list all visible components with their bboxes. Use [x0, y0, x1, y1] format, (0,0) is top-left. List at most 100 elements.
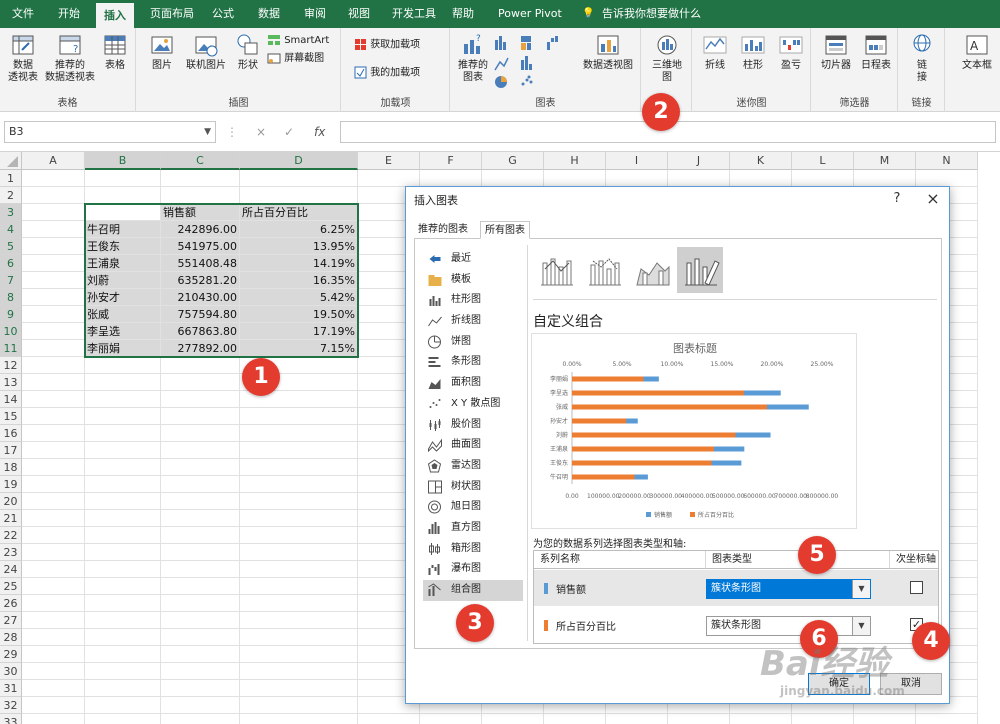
cell[interactable] — [85, 646, 161, 663]
cell[interactable] — [85, 595, 161, 612]
row-header[interactable]: 20 — [0, 493, 22, 510]
row-header[interactable]: 29 — [0, 646, 22, 663]
cell[interactable] — [240, 544, 358, 561]
chart-type-surface[interactable]: 曲面图 — [423, 435, 523, 456]
recommended-charts-button[interactable]: ? 推荐的 图表 — [455, 32, 491, 84]
cell[interactable] — [22, 272, 85, 289]
cell[interactable] — [606, 170, 668, 187]
row-header[interactable]: 9 — [0, 306, 22, 323]
row-header[interactable]: 14 — [0, 391, 22, 408]
cell[interactable] — [85, 527, 161, 544]
cell[interactable]: 李丽娟 — [85, 340, 161, 357]
cell[interactable] — [85, 374, 161, 391]
cell[interactable]: 王俊东 — [85, 238, 161, 255]
cell[interactable] — [916, 714, 978, 724]
cell[interactable] — [161, 459, 240, 476]
tab-8[interactable]: 开发工具 — [384, 0, 444, 28]
cell[interactable] — [161, 578, 240, 595]
cell[interactable] — [792, 170, 854, 187]
row-header[interactable]: 11 — [0, 340, 22, 357]
tell-me-search[interactable]: 告诉我你想要做什么 — [602, 0, 701, 28]
online-pictures-button[interactable]: 联机图片 — [181, 32, 231, 72]
header-cell[interactable] — [85, 204, 161, 221]
cell[interactable] — [161, 714, 240, 724]
chart-type-templates[interactable]: 模板 — [423, 270, 523, 291]
header-cell[interactable]: 销售额 — [161, 204, 240, 221]
cell[interactable] — [240, 714, 358, 724]
cell[interactable] — [22, 408, 85, 425]
row-header[interactable]: 2 — [0, 187, 22, 204]
row-header[interactable]: 19 — [0, 476, 22, 493]
cell[interactable] — [240, 595, 358, 612]
chart-type-bar[interactable]: 条形图 — [423, 352, 523, 373]
cell[interactable]: 6.25% — [240, 221, 358, 238]
cell[interactable] — [22, 578, 85, 595]
cell[interactable] — [85, 357, 161, 374]
chart-type-line[interactable]: 折线图 — [423, 311, 523, 332]
cell[interactable] — [161, 357, 240, 374]
cell[interactable] — [161, 374, 240, 391]
tab-10[interactable]: Power Pivot — [490, 0, 570, 28]
cell[interactable] — [22, 391, 85, 408]
column-header[interactable]: E — [358, 152, 420, 170]
cell[interactable] — [161, 561, 240, 578]
cell[interactable] — [85, 170, 161, 187]
row-header[interactable]: 7 — [0, 272, 22, 289]
combo-subtype-clustered-column-line[interactable] — [533, 247, 579, 293]
tab-7[interactable]: 视图 — [340, 0, 378, 28]
row-header[interactable]: 21 — [0, 510, 22, 527]
insert-function-button[interactable]: fx — [314, 121, 325, 143]
cell[interactable]: 551408.48 — [161, 255, 240, 272]
row-header[interactable]: 8 — [0, 289, 22, 306]
cell[interactable] — [240, 629, 358, 646]
cell[interactable] — [22, 663, 85, 680]
cell[interactable] — [161, 408, 240, 425]
cell[interactable] — [482, 714, 544, 724]
chart-type-area[interactable]: 面积图 — [423, 373, 523, 394]
cell[interactable]: 757594.80 — [161, 306, 240, 323]
cell[interactable] — [22, 306, 85, 323]
cell[interactable] — [161, 629, 240, 646]
tab-6[interactable]: 审阅 — [296, 0, 334, 28]
row-header[interactable]: 25 — [0, 578, 22, 595]
cell[interactable] — [22, 527, 85, 544]
cell[interactable] — [85, 425, 161, 442]
cell[interactable]: 7.15% — [240, 340, 358, 357]
cell[interactable]: 刘蔚 — [85, 272, 161, 289]
cell[interactable] — [85, 612, 161, 629]
cell[interactable]: 李呈选 — [85, 323, 161, 340]
chart-type-recent[interactable]: 最近 — [423, 249, 523, 270]
cell[interactable] — [85, 391, 161, 408]
pivot-chart-button[interactable]: 数据透视图 — [577, 32, 639, 72]
cell[interactable] — [22, 697, 85, 714]
cell[interactable] — [792, 714, 854, 724]
row-header[interactable]: 24 — [0, 561, 22, 578]
cell[interactable] — [240, 187, 358, 204]
cell[interactable] — [22, 323, 85, 340]
cell[interactable] — [161, 442, 240, 459]
chart-type-box-whisker[interactable]: 箱形图 — [423, 539, 523, 560]
row-header[interactable]: 27 — [0, 612, 22, 629]
cell[interactable] — [22, 425, 85, 442]
slicer-button[interactable]: 切片器 — [816, 32, 856, 72]
cell[interactable] — [22, 629, 85, 646]
cell[interactable] — [240, 442, 358, 459]
chart-type-scatter[interactable]: X Y 散点图 — [423, 394, 523, 415]
link-button[interactable]: 链 接 — [905, 32, 939, 84]
cell[interactable] — [85, 629, 161, 646]
cell[interactable] — [240, 493, 358, 510]
pivot-table-button[interactable]: 数据 透视表 — [4, 32, 42, 84]
tab-2[interactable]: 插入 — [96, 3, 134, 28]
column-header[interactable]: L — [792, 152, 854, 170]
recommended-pivot-button[interactable]: ? 推荐的 数据透视表 — [44, 32, 96, 84]
cell[interactable] — [161, 510, 240, 527]
chart-type-radar[interactable]: 雷达图 — [423, 456, 523, 477]
tab-4[interactable]: 公式 — [204, 0, 242, 28]
cell[interactable] — [606, 714, 668, 724]
combo-subtype-area-column[interactable] — [629, 247, 675, 293]
row-header[interactable]: 26 — [0, 595, 22, 612]
cell[interactable] — [22, 187, 85, 204]
cell[interactable] — [22, 374, 85, 391]
cell[interactable]: 13.95% — [240, 238, 358, 255]
chart-type-treemap[interactable]: 树状图 — [423, 477, 523, 498]
